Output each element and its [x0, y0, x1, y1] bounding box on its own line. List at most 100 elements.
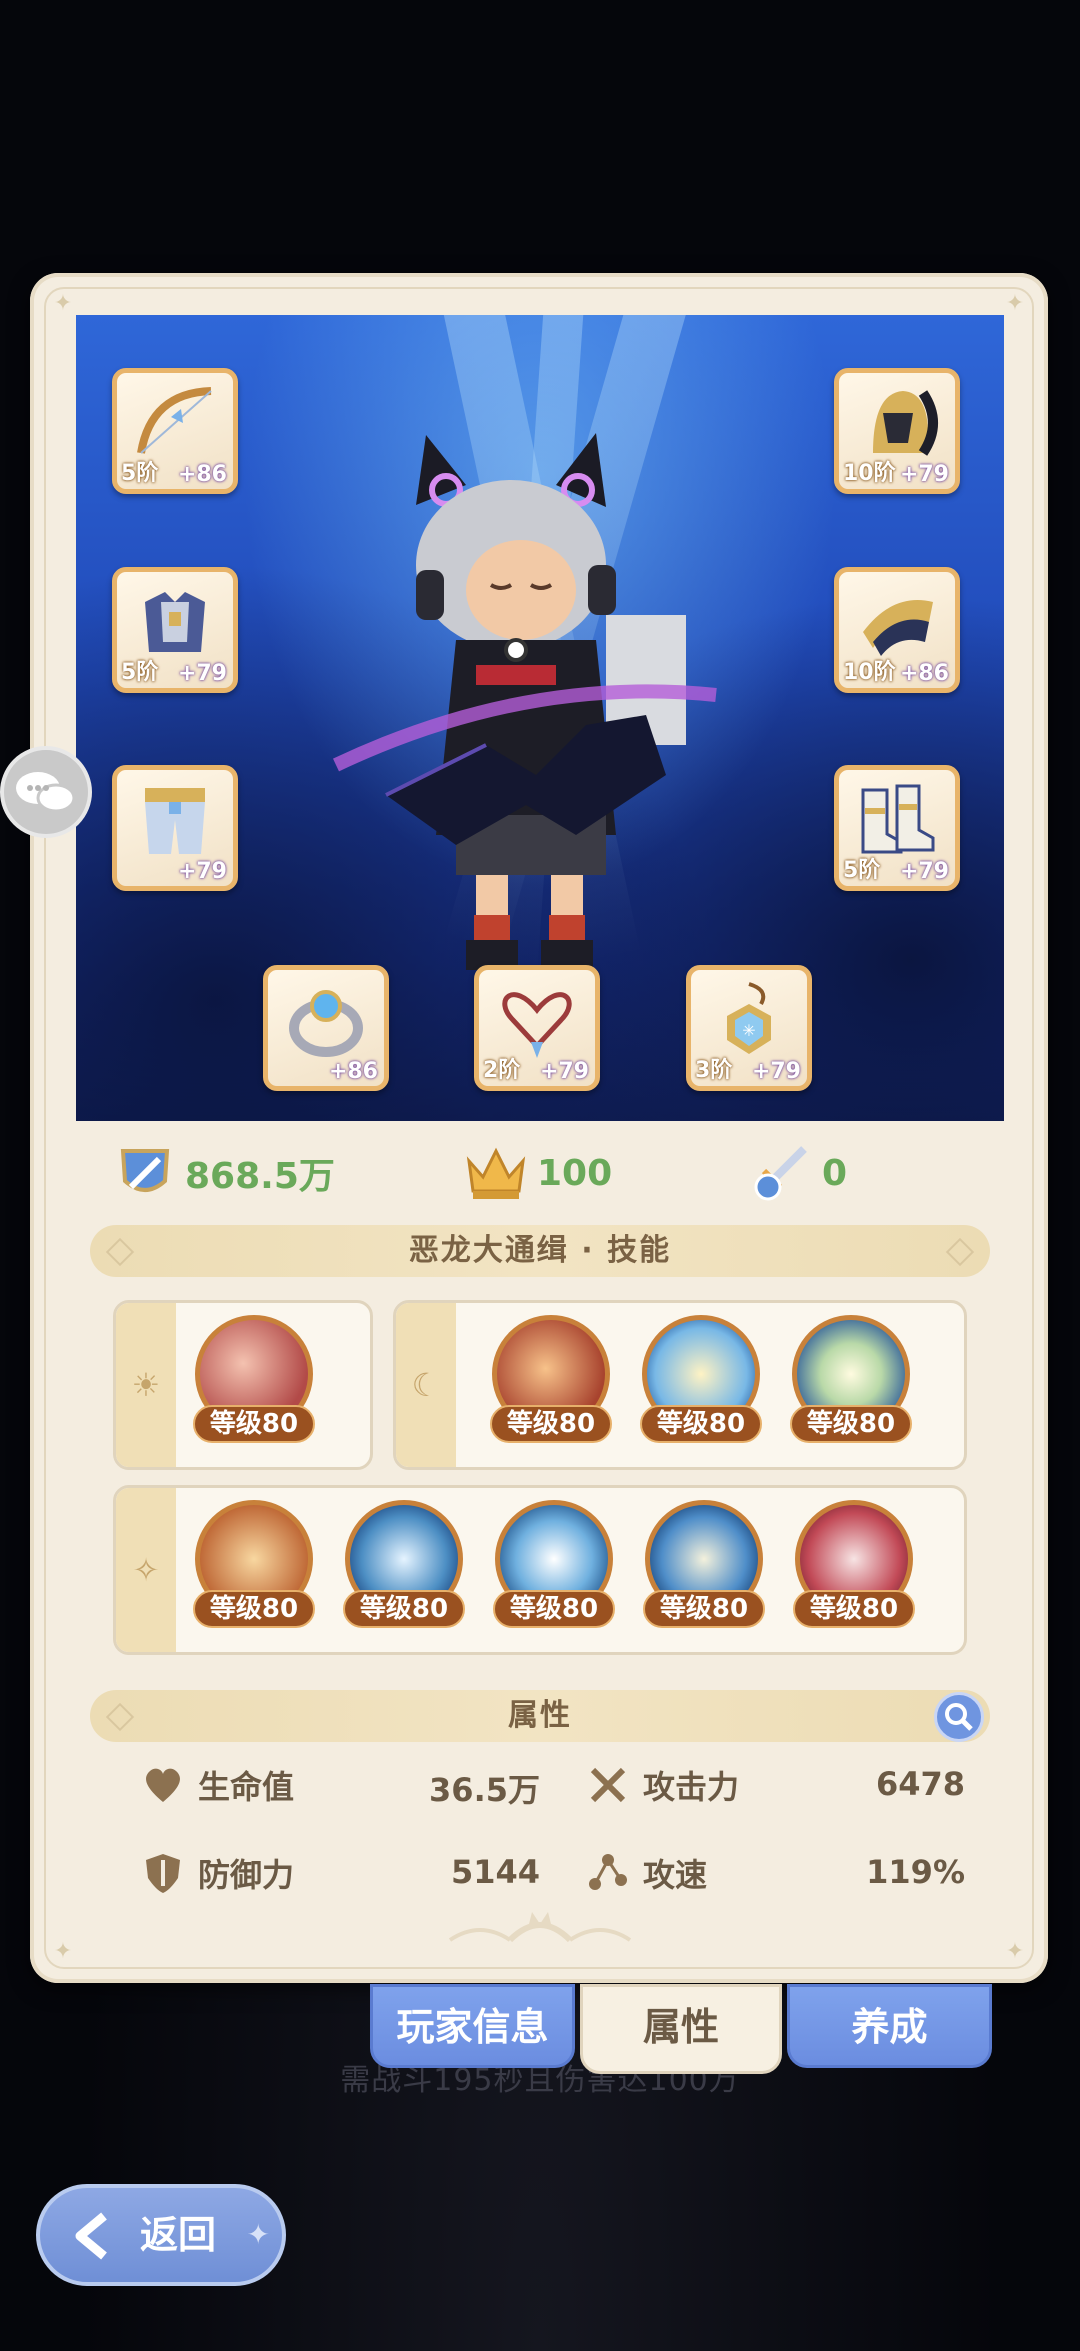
skill-slot[interactable]: 等级80	[789, 1498, 919, 1628]
equipment-enhance: +86	[899, 661, 949, 686]
skill-slot[interactable]: 等级80	[189, 1498, 319, 1628]
shoulder-icon	[863, 600, 933, 656]
power-shield-icon	[120, 1149, 170, 1192]
sparkle-icon: ✦	[246, 2218, 270, 2251]
speed-score-value: 0	[822, 1152, 848, 1194]
skill-panel-moon: ☾ 等级80 等级80 等级80	[393, 1300, 967, 1470]
equipment-tier: 10阶	[843, 660, 896, 685]
skill-level: 等级80	[343, 1590, 465, 1628]
corner-ornament-icon: ✦	[53, 1939, 73, 1964]
attributes-banner-title: 属性	[508, 1698, 572, 1733]
skill-level: 等级80	[193, 1590, 315, 1628]
attr-hp-value: 36.5万	[429, 1771, 540, 1809]
skill-level: 等级80	[793, 1590, 915, 1628]
moon-icon: ☾	[411, 1366, 441, 1404]
equipment-slot-shoulder[interactable]: 10阶 +86	[834, 567, 960, 693]
sun-icon: ☀	[131, 1366, 161, 1404]
equipment-tier: 5阶	[121, 461, 159, 486]
chat-icon	[16, 772, 76, 813]
attr-attack: 攻击力	[585, 1757, 739, 1813]
heart-icon	[146, 1768, 180, 1802]
level-value: 100	[537, 1152, 613, 1194]
back-arrow-icon	[75, 2212, 107, 2260]
attack-speed-icon	[589, 1854, 627, 1890]
equipment-tier: 10阶	[843, 461, 896, 486]
equipment-tier: 5阶	[121, 660, 159, 685]
star-icon: ✧	[132, 1551, 160, 1589]
equipment-enhance: +86	[328, 1059, 378, 1084]
attr-attack-speed: 攻速	[585, 1845, 707, 1901]
equipment-tier: 3阶	[695, 1058, 733, 1083]
skill-slot[interactable]: 等级80	[636, 1313, 766, 1443]
back-button[interactable]: 返回 ✦	[36, 2184, 286, 2286]
equipment-enhance: +79	[539, 1059, 589, 1084]
equipment-slot-necklace[interactable]: 2阶 +79	[474, 965, 600, 1091]
skill-level: 等级80	[643, 1590, 765, 1628]
back-button-label: 返回	[140, 2213, 217, 2257]
armor-icon	[145, 592, 205, 652]
helmet-icon	[873, 390, 938, 456]
corner-ornament-icon: ✦	[53, 291, 73, 316]
skill-slot[interactable]: 等级80	[639, 1498, 769, 1628]
attributes-search-button[interactable]	[934, 1692, 984, 1742]
stat-level: 100	[465, 1143, 612, 1203]
attr-defense-label: 防御力	[198, 1856, 295, 1894]
skill-slot[interactable]: 等级80	[486, 1313, 616, 1443]
character-avatar[interactable]	[326, 415, 766, 975]
attr-hp-label: 生命值	[198, 1768, 295, 1806]
equipment-enhance: +79	[751, 1059, 801, 1084]
skill-level: 等级80	[493, 1590, 615, 1628]
corner-ornament-icon: ✦	[1005, 1939, 1025, 1964]
skills-banner-title: 恶龙大通缉 · 技能	[408, 1233, 672, 1268]
chat-button[interactable]	[0, 746, 92, 838]
tab-development[interactable]: 养成	[787, 1984, 992, 2068]
skill-slot[interactable]: 等级80	[189, 1313, 319, 1443]
character-scene: 5阶 +86 10阶 +79 5阶 +79 10阶 +86 +79 5阶 +79…	[76, 315, 1004, 1121]
equipment-slot-bow[interactable]: 5阶 +86	[112, 368, 238, 494]
necklace-icon	[502, 992, 572, 1058]
equipment-enhance: +79	[177, 859, 227, 884]
skills-section-banner: 恶龙大通缉 · 技能	[90, 1225, 990, 1277]
skill-panel-star: ✧ 等级80 等级80 等级80 等级80 等级80	[113, 1485, 967, 1655]
skill-level: 等级80	[490, 1405, 612, 1443]
equipment-tier: 5阶	[843, 858, 881, 883]
crossed-swords-icon	[590, 1767, 626, 1803]
equipment-enhance: +79	[899, 859, 949, 884]
stat-speed-score: 0	[750, 1143, 847, 1203]
magnifier-icon	[945, 1703, 973, 1731]
power-value: 868.5万	[185, 1156, 335, 1197]
equipment-tier: 2阶	[483, 1058, 521, 1083]
skill-slot[interactable]: 等级80	[786, 1313, 916, 1443]
boots-icon	[861, 784, 935, 854]
tab-attributes[interactable]: 属性	[580, 1984, 782, 2074]
bow-icon	[137, 387, 212, 454]
skill-slot[interactable]: 等级80	[489, 1498, 619, 1628]
svg-text:✳: ✳	[742, 1021, 755, 1040]
corner-ornament-icon: ✦	[1005, 291, 1025, 316]
crown-icon	[466, 1147, 526, 1199]
tab-player-info[interactable]: 玩家信息	[370, 1984, 575, 2068]
equipment-slot-armor[interactable]: 5阶 +79	[112, 567, 238, 693]
pants-icon	[145, 788, 205, 854]
equipment-slot-amulet[interactable]: ✳ 3阶 +79	[686, 965, 812, 1091]
banner-ornament-icon	[945, 1237, 975, 1267]
equipment-slot-helmet[interactable]: 10阶 +79	[834, 368, 960, 494]
equipment-enhance: +79	[899, 462, 949, 487]
sword-clock-icon	[754, 1146, 807, 1201]
cat-ornament-icon	[448, 1912, 632, 1943]
ring-icon	[289, 990, 363, 1057]
shield-icon	[146, 1854, 180, 1893]
skill-level: 等级80	[790, 1405, 912, 1443]
equipment-slot-ring[interactable]: +86	[263, 965, 389, 1091]
amulet-icon: ✳	[727, 982, 771, 1054]
skill-panel-sun: ☀ 等级80	[113, 1300, 373, 1470]
attr-attack-value: 6478	[875, 1765, 965, 1803]
attr-attack-speed-value: 119%	[866, 1853, 965, 1891]
equipment-slot-pants[interactable]: +79	[112, 765, 238, 891]
stat-power: 868.5万	[115, 1143, 335, 1203]
skill-slot[interactable]: 等级80	[339, 1498, 469, 1628]
attr-defense: 防御力	[140, 1845, 294, 1901]
skill-level: 等级80	[193, 1405, 315, 1443]
equipment-slot-boots[interactable]: 5阶 +79	[834, 765, 960, 891]
attributes-section-banner: 属性	[90, 1690, 990, 1742]
